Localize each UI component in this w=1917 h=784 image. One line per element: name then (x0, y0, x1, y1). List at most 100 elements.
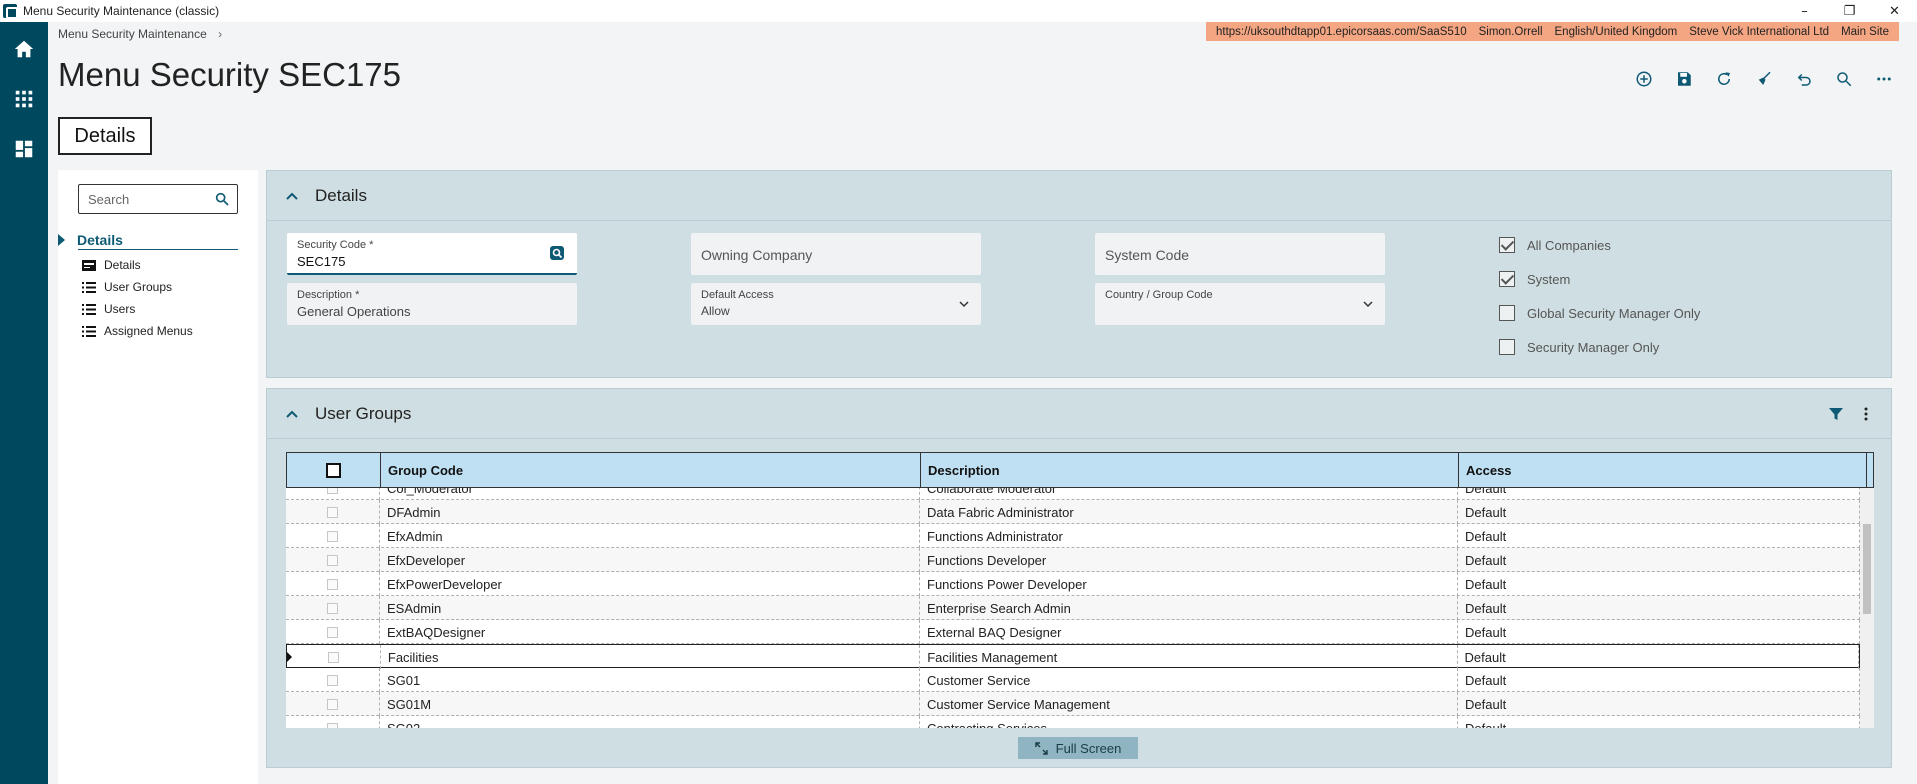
tree-item-assigned-menus[interactable]: Assigned Menus (82, 322, 193, 340)
table-row[interactable]: EfxPowerDeveloper Functions Power Develop… (286, 572, 1860, 596)
env-site[interactable]: Main Site (1835, 26, 1895, 38)
tree-item-users[interactable]: Users (82, 300, 135, 318)
tree-item-details[interactable]: Details (82, 256, 141, 274)
table-row[interactable]: ExtBAQDesigner External BAQ Designer Defau… (286, 620, 1860, 644)
row-select-cell[interactable] (286, 620, 380, 644)
minimize-button[interactable]: – (1782, 0, 1827, 22)
row-checkbox[interactable] (327, 554, 338, 566)
country-group-code-dropdown[interactable]: Country / Group Code (1095, 283, 1385, 325)
access-cell[interactable]: Default (1458, 524, 1860, 548)
system-code-field[interactable]: System Code (1095, 233, 1385, 275)
group-code-cell[interactable]: EfxDeveloper (380, 548, 920, 572)
description-cell[interactable]: External BAQ Designer (920, 620, 1458, 644)
row-select-cell[interactable] (286, 548, 380, 572)
column-header-description[interactable]: Description (921, 453, 1459, 487)
row-select-cell[interactable] (287, 645, 381, 669)
expand-caret-icon[interactable] (58, 234, 65, 246)
save-button[interactable] (1671, 66, 1697, 92)
refresh-button[interactable] (1711, 66, 1737, 92)
access-cell[interactable]: Default (1458, 668, 1860, 692)
security-manager-only-checkbox[interactable]: Security Manager Only (1499, 339, 1659, 355)
column-header-access[interactable]: Access (1459, 453, 1867, 487)
env-company[interactable]: Steve Vick International Ltd (1683, 26, 1835, 38)
row-select-cell[interactable] (286, 488, 380, 500)
checkbox-box[interactable] (1499, 305, 1515, 321)
row-select-cell[interactable] (286, 716, 380, 728)
tree-item-user-groups[interactable]: User Groups (82, 278, 172, 296)
full-screen-button[interactable]: Full Screen (1018, 737, 1138, 759)
owning-company-field[interactable]: Owning Company (691, 233, 981, 275)
description-cell[interactable]: Customer Service (920, 668, 1458, 692)
table-row[interactable]: Facilities Facilities Management Default (286, 644, 1860, 669)
description-cell[interactable]: Contracting Services (920, 716, 1458, 728)
default-access-dropdown[interactable]: Default Access Allow (691, 283, 981, 325)
chevron-down-icon[interactable] (1363, 299, 1373, 309)
select-all-checkbox[interactable] (326, 462, 341, 478)
filter-icon[interactable] (1829, 407, 1843, 421)
tab-details[interactable]: Details (58, 117, 152, 155)
table-row[interactable]: SG02 Contracting Services Default (286, 716, 1860, 728)
access-cell[interactable]: Default (1458, 572, 1860, 596)
row-select-cell[interactable] (286, 668, 380, 692)
row-checkbox[interactable] (327, 674, 338, 686)
group-code-cell[interactable]: EfxPowerDeveloper (380, 572, 920, 596)
table-row[interactable]: EfxAdmin Functions Administrator Default (286, 524, 1860, 548)
table-row[interactable]: SG01 Customer Service Default (286, 668, 1860, 692)
global-security-manager-only-checkbox[interactable]: Global Security Manager Only (1499, 305, 1700, 321)
select-all-cell[interactable] (287, 453, 381, 487)
group-code-cell[interactable]: SG01 (380, 668, 920, 692)
description-value[interactable]: General Operations (297, 304, 410, 319)
lookup-search-icon[interactable] (549, 245, 565, 261)
row-checkbox[interactable] (327, 530, 338, 542)
access-cell[interactable]: Default (1458, 500, 1860, 524)
row-select-cell[interactable] (286, 572, 380, 596)
table-row[interactable]: EfxDeveloper Functions Developer Default (286, 548, 1860, 572)
search-button[interactable] (1831, 66, 1857, 92)
description-cell[interactable]: Data Fabric Administrator (920, 500, 1458, 524)
description-cell[interactable]: Collaborate Moderator (920, 488, 1458, 500)
user-groups-card-header[interactable]: User Groups (267, 389, 1891, 439)
checkbox-box[interactable] (1499, 237, 1515, 253)
more-button[interactable] (1871, 66, 1897, 92)
access-cell[interactable]: Default (1458, 488, 1860, 500)
chevron-down-icon[interactable] (959, 299, 969, 309)
add-button[interactable] (1631, 66, 1657, 92)
table-row[interactable]: Col_Moderator Collaborate Moderator Defaul… (286, 488, 1860, 500)
dashboard-button[interactable] (0, 124, 48, 174)
group-code-cell[interactable]: DFAdmin (380, 500, 920, 524)
group-code-cell[interactable]: ESAdmin (380, 596, 920, 620)
row-select-cell[interactable] (286, 500, 380, 524)
clear-button[interactable] (1751, 66, 1777, 92)
grid-scrollbar[interactable] (1860, 488, 1874, 728)
group-code-cell[interactable]: Facilities (381, 645, 921, 669)
more-vertical-icon[interactable] (1859, 407, 1873, 421)
row-checkbox[interactable] (327, 698, 338, 710)
row-checkbox[interactable] (327, 578, 338, 590)
description-field[interactable]: Description * General Operations (287, 283, 577, 325)
table-row[interactable]: ESAdmin Enterprise Search Admin Default (286, 596, 1860, 620)
row-checkbox[interactable] (327, 488, 338, 494)
row-checkbox[interactable] (327, 506, 338, 518)
security-code-value[interactable]: SEC175 (297, 254, 345, 269)
search-icon[interactable] (214, 191, 230, 207)
access-cell[interactable]: Default (1458, 716, 1860, 728)
chevron-up-icon[interactable] (285, 407, 299, 421)
row-checkbox[interactable] (327, 651, 339, 663)
access-cell[interactable]: Default (1458, 620, 1860, 644)
close-button[interactable]: ✕ (1872, 0, 1917, 22)
checkbox-box[interactable] (1499, 339, 1515, 355)
system-checkbox[interactable]: System (1499, 271, 1570, 287)
chevron-up-icon[interactable] (285, 189, 299, 203)
row-select-cell[interactable] (286, 596, 380, 620)
description-cell[interactable]: Enterprise Search Admin (920, 596, 1458, 620)
row-select-cell[interactable] (286, 524, 380, 548)
group-code-cell[interactable]: SG02 (380, 716, 920, 728)
column-header-group-code[interactable]: Group Code (381, 453, 921, 487)
row-checkbox[interactable] (327, 626, 338, 638)
row-checkbox[interactable] (327, 722, 338, 728)
tree-root-details[interactable]: Details (58, 232, 238, 248)
table-row[interactable]: DFAdmin Data Fabric Administrator Default (286, 500, 1860, 524)
scroll-thumb[interactable] (1863, 524, 1871, 614)
undo-button[interactable] (1791, 66, 1817, 92)
breadcrumb-item[interactable]: Menu Security Maintenance (58, 27, 207, 41)
